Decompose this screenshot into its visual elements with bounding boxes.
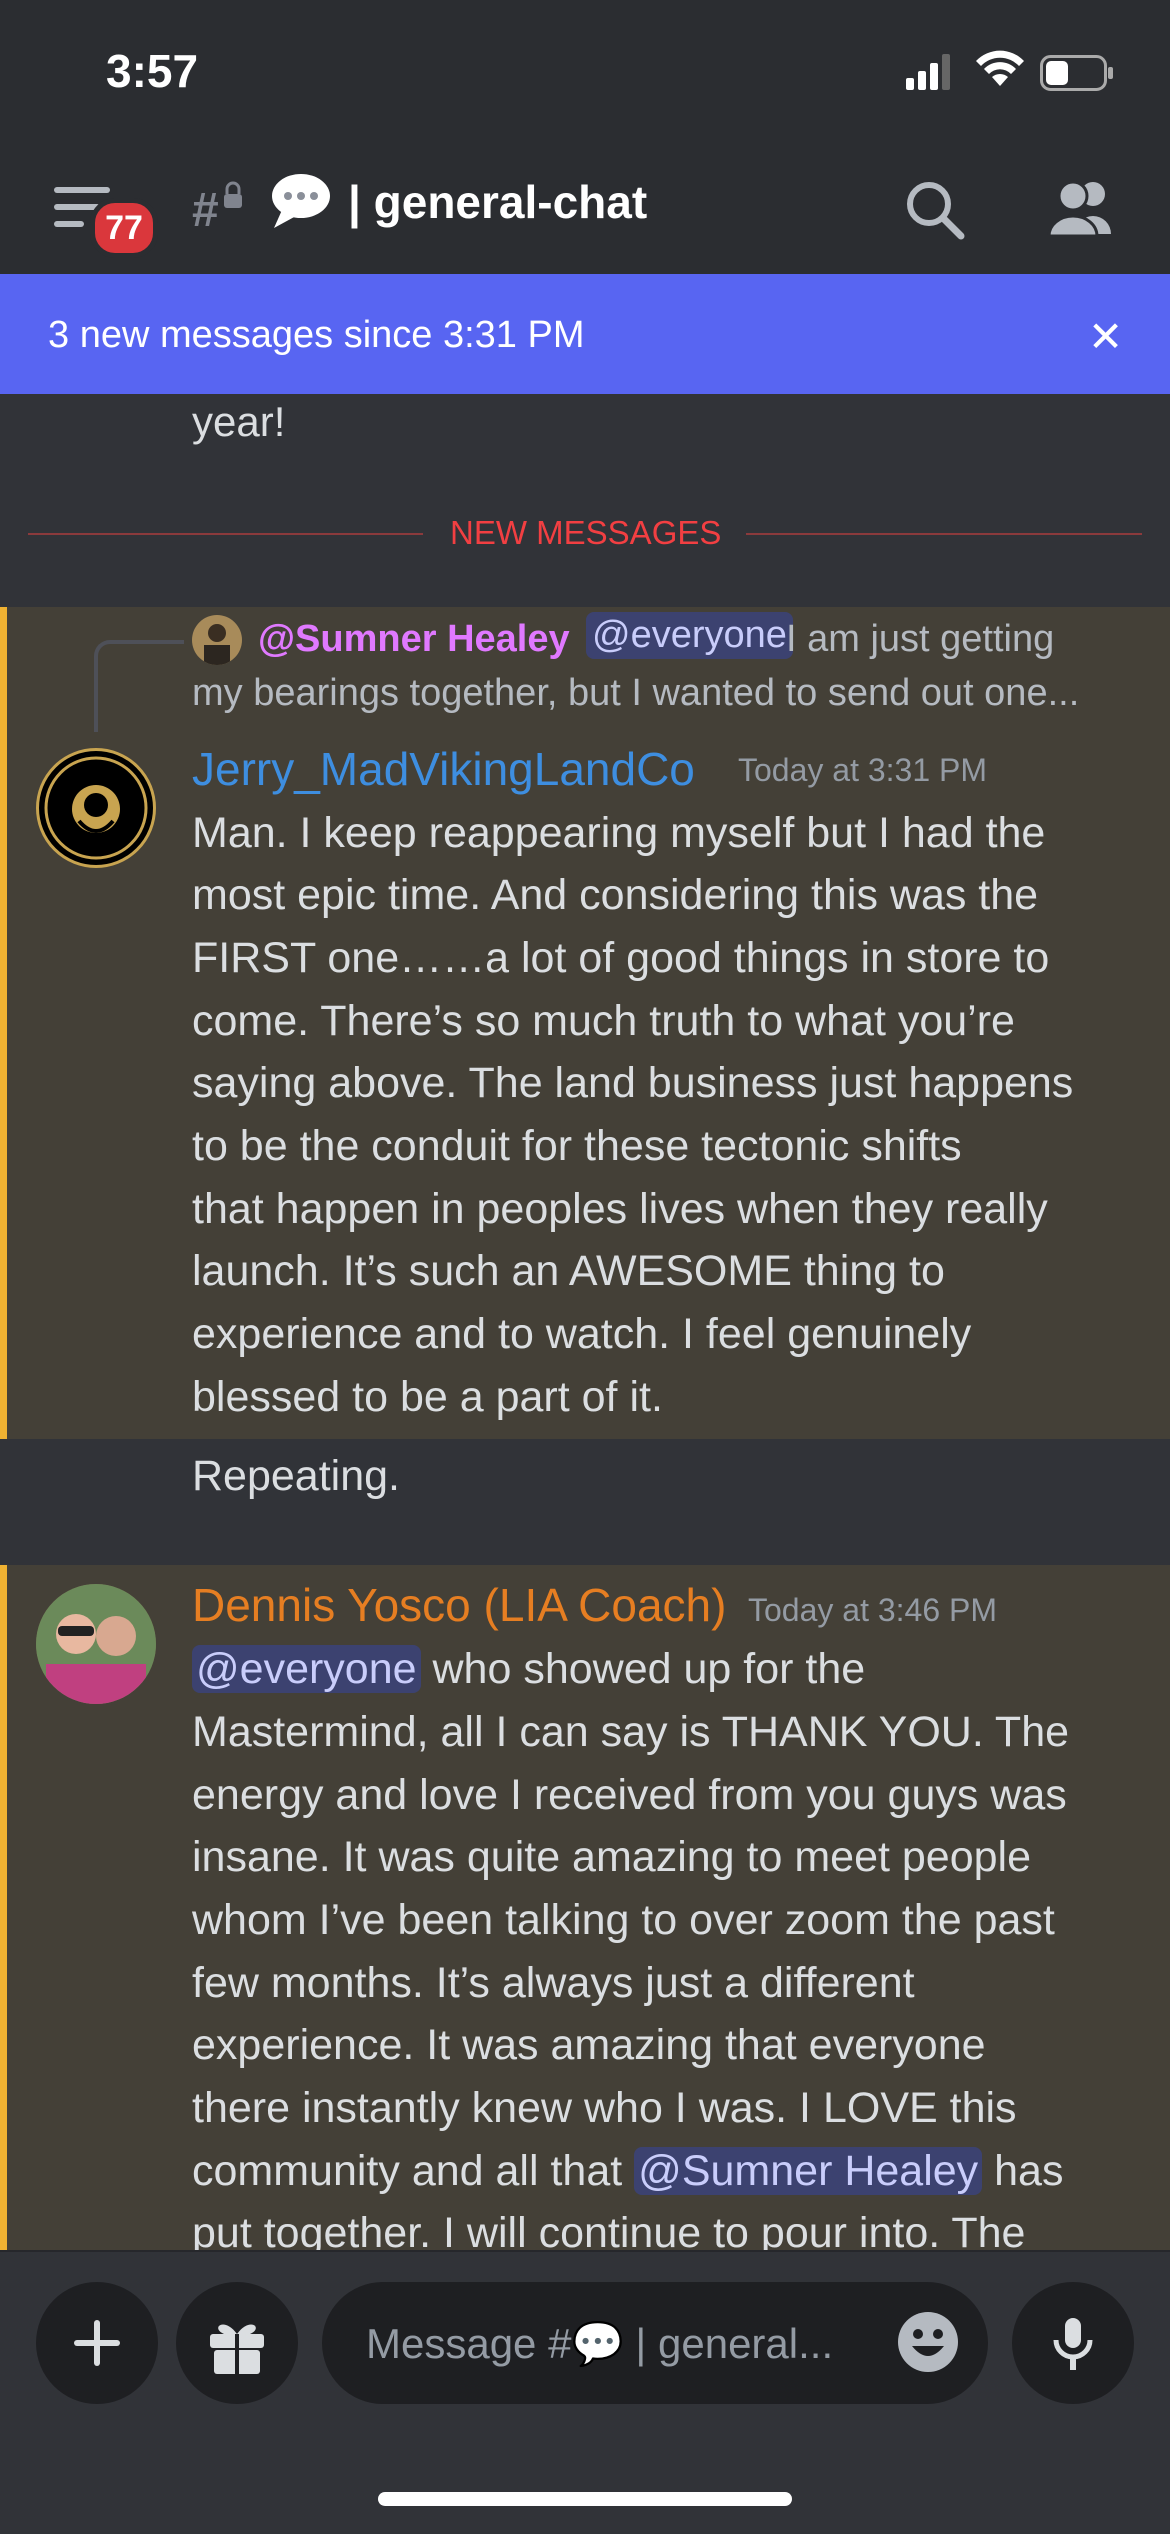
reply-mention[interactable]: @everyone — [586, 612, 793, 659]
divider-line-right — [746, 533, 1142, 535]
home-indicator[interactable] — [378, 2492, 792, 2506]
gift-button[interactable] — [176, 2282, 298, 2404]
followup-message: Repeating. — [192, 1452, 400, 1500]
avatar[interactable] — [36, 1584, 156, 1704]
message-timestamp: Today at 3:31 PM — [738, 752, 988, 788]
everyone-mention[interactable]: @everyone — [192, 1645, 421, 1693]
svg-text:#: # — [192, 184, 219, 232]
message-author[interactable]: Dennis Yosco (LIA Coach) — [192, 1578, 726, 1632]
divider-line-left — [28, 533, 423, 535]
message-line: most epic time. And considering this was… — [192, 871, 1039, 919]
status-time: 3:57 — [106, 45, 199, 97]
reply-text[interactable]: my bearings together, but I wanted to se… — [192, 672, 1079, 715]
message-line: community and all that @Sumner Healey ha… — [192, 2147, 1064, 2195]
message-line: energy and love I received from you guys… — [192, 1771, 1067, 1819]
message-line: launch. It’s such an AWESOME thing to — [192, 1247, 945, 1295]
message-line: few months. It’s always just a different — [192, 1959, 915, 2007]
wifi-icon — [976, 50, 1024, 86]
message-input-placeholder[interactable]: Message #💬 | general... — [366, 2320, 833, 2369]
message-line: saying above. The land business just hap… — [192, 1059, 1074, 1107]
new-messages-banner-text[interactable]: 3 new messages since 3:31 PM — [48, 314, 585, 357]
speech-bubble-icon — [272, 174, 330, 228]
message-line: Mastermind, all I can say is THANK YOU. … — [192, 1708, 1070, 1756]
mention-indicator-bar — [0, 1565, 7, 2250]
channel-name[interactable]: | general-chat — [348, 175, 647, 229]
search-icon[interactable] — [903, 178, 967, 242]
message-line: come. There’s so much truth to what you’… — [192, 997, 1015, 1045]
message-line: experience. It was amazing that everyone — [192, 2021, 986, 2069]
message-line: to be the conduit for these tectonic shi… — [192, 1122, 962, 1170]
reply-text[interactable]: I am just getting — [786, 618, 1054, 661]
plus-icon — [74, 2320, 120, 2366]
message-line: Man. I keep reappearing myself but I had… — [192, 809, 1046, 857]
message-timestamp: Today at 3:46 PM — [748, 1592, 998, 1628]
avatar[interactable] — [36, 748, 156, 868]
add-attachment-button[interactable] — [36, 2282, 158, 2404]
message-line: blessed to be a part of it. — [192, 1373, 663, 1421]
mention-indicator-bar — [0, 607, 7, 1439]
message-line: FIRST one……a lot of good things in store… — [192, 934, 1050, 982]
microphone-button[interactable] — [1012, 2282, 1134, 2404]
unread-badge: 77 — [90, 198, 158, 258]
microphone-icon — [1053, 2318, 1093, 2370]
new-messages-divider: NEW MESSAGES — [450, 514, 722, 551]
gift-icon — [210, 2324, 264, 2376]
emoji-icon[interactable] — [896, 2310, 960, 2374]
reply-connector — [94, 640, 184, 732]
thread-lock-icon: # — [192, 181, 242, 232]
channel-emoji — [270, 172, 332, 237]
message-line: @everyone who showed up for the — [192, 1638, 865, 1701]
message-line: that happen in peoples lives when they r… — [192, 1185, 1048, 1233]
members-icon[interactable] — [1045, 178, 1117, 238]
message-line: insane. It was quite amazing to meet peo… — [192, 1833, 1032, 1881]
reply-avatar[interactable] — [192, 615, 242, 665]
message-author[interactable]: Jerry_MadVikingLandCo — [192, 742, 695, 796]
battery-icon — [1040, 55, 1113, 91]
message-line: there instantly knew who I was. I LOVE t… — [192, 2084, 1017, 2132]
user-mention[interactable]: @Sumner Healey — [634, 2147, 983, 2195]
signal-icon — [906, 54, 950, 90]
message-line: whom I’ve been talking to over zoom the … — [192, 1896, 1055, 1944]
previous-message-tail: year! — [192, 398, 286, 445]
reply-username[interactable]: @Sumner Healey — [258, 618, 570, 661]
close-icon[interactable]: ✕ — [1088, 312, 1123, 361]
message-line: experience and to watch. I feel genuinel… — [192, 1310, 972, 1358]
